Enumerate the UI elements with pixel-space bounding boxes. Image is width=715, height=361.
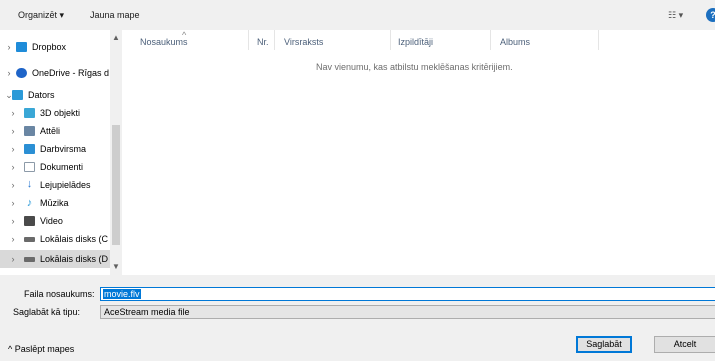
toolbar: Organizēt ▾ Jauna mape ☷ ▾ ?: [0, 0, 715, 30]
column-header-albums[interactable]: Albums: [500, 34, 530, 50]
computer-icon: [12, 90, 23, 100]
onedrive-icon: [16, 68, 27, 78]
filetype-label: Saglabāt kā tipu:: [13, 307, 81, 317]
view-options-icon[interactable]: ☷ ▾: [668, 10, 692, 20]
scroll-up-icon[interactable]: ▲: [110, 32, 122, 44]
sidebar-item-video[interactable]: › Video: [0, 212, 118, 230]
hide-folders-button[interactable]: ^ Paslēpt mapes: [8, 344, 74, 354]
help-icon[interactable]: ?: [706, 8, 715, 22]
column-header-nr[interactable]: Nr.: [257, 34, 269, 50]
sidebar-item-onedrive[interactable]: › OneDrive - Rīgas d: [0, 64, 118, 82]
filename-label: Faila nosaukums:: [24, 289, 95, 299]
chevron-right-icon[interactable]: ›: [8, 250, 18, 268]
column-header-title[interactable]: Virsraksts: [284, 34, 323, 50]
column-separator[interactable]: [390, 30, 391, 50]
sidebar-item-muzika[interactable]: › ♪ Mūzika: [0, 194, 118, 212]
filetype-select[interactable]: AceStream media file: [100, 305, 715, 319]
music-icon: ♪: [26, 197, 33, 209]
drive-d-icon: [24, 257, 35, 262]
sidebar-item-label: Lokālais disks (D: [40, 254, 109, 264]
empty-message: Nav vienumu, kas atbilstu meklēšanas kri…: [316, 62, 513, 72]
sidebar-item-label: Attēli: [40, 126, 61, 136]
sidebar-item-label: Dators: [28, 90, 55, 100]
sidebar-item-lejupielades[interactable]: › ↓ Lejupielādes: [0, 176, 118, 194]
column-separator[interactable]: [274, 30, 275, 50]
new-folder-button[interactable]: Jauna mape: [90, 8, 140, 22]
sort-up-icon: ^: [182, 30, 187, 40]
chevron-right-icon[interactable]: ›: [4, 64, 14, 82]
sidebar-item-label: Darbvirsma: [40, 144, 87, 154]
sidebar-item-dators[interactable]: ⌄ Dators: [0, 86, 118, 104]
chevron-right-icon[interactable]: ›: [8, 230, 18, 248]
documents-icon: [24, 162, 35, 172]
chevron-right-icon[interactable]: ›: [8, 158, 18, 176]
scrollbar-thumb[interactable]: [112, 125, 120, 245]
sidebar-item-label: Lokālais disks (C: [40, 234, 109, 244]
save-form: Faila nosaukums: movie.flv Saglabāt kā t…: [0, 275, 715, 361]
drive-c-icon: [24, 237, 35, 242]
sidebar-item-disk-c[interactable]: › Lokālais disks (C: [0, 230, 118, 248]
sidebar-item-3d-objekti[interactable]: › 3D objekti: [0, 104, 118, 122]
sidebar-item-label: Dokumenti: [40, 162, 84, 172]
sidebar-item-label: Mūzika: [40, 198, 69, 208]
downloads-icon: ↓: [26, 178, 33, 190]
sidebar-scrollbar[interactable]: ▲ ▼: [110, 30, 122, 275]
sidebar-item-label: OneDrive - Rīgas d: [32, 68, 110, 78]
hide-folders-label: Paslēpt mapes: [14, 344, 75, 354]
chevron-right-icon[interactable]: ›: [8, 194, 18, 212]
column-header-artists[interactable]: Izpildītāji: [398, 34, 433, 50]
3d-objects-icon: [24, 108, 35, 118]
sidebar-item-darbvirsma[interactable]: › Darbvirsma: [0, 140, 118, 158]
save-button[interactable]: Saglabāt: [576, 336, 632, 353]
sidebar-item-atteli[interactable]: › Attēli: [0, 122, 118, 140]
column-separator[interactable]: [490, 30, 491, 50]
navigation-pane: › Dropbox › OneDrive - Rīgas d ⌄ Dators …: [0, 30, 122, 275]
column-separator[interactable]: [248, 30, 249, 50]
pictures-icon: [24, 126, 35, 136]
scroll-down-icon[interactable]: ▼: [110, 261, 122, 273]
cancel-button[interactable]: Atcelt: [654, 336, 715, 353]
file-list: Nosaukums ^ Nr. Virsraksts Izpildītāji A…: [122, 30, 715, 275]
column-header-name[interactable]: Nosaukums: [140, 34, 188, 50]
sidebar-item-disk-d[interactable]: › Lokālais disks (D: [0, 250, 118, 268]
video-icon: [24, 216, 35, 226]
chevron-up-icon: ^: [8, 344, 13, 354]
sidebar-item-label: Lejupielādes: [40, 180, 91, 190]
chevron-right-icon[interactable]: ›: [8, 122, 18, 140]
chevron-right-icon[interactable]: ›: [4, 38, 14, 56]
sidebar-item-label: 3D objekti: [40, 108, 81, 118]
sidebar-item-dropbox[interactable]: › Dropbox: [0, 38, 118, 56]
sidebar-item-dokumenti[interactable]: › Dokumenti: [0, 158, 118, 176]
chevron-right-icon[interactable]: ›: [8, 176, 18, 194]
sidebar-item-label: Video: [40, 216, 63, 226]
sidebar-item-label: Dropbox: [32, 42, 67, 52]
dropbox-icon: [16, 42, 27, 52]
desktop-icon: [24, 144, 35, 154]
filename-input[interactable]: movie.flv: [100, 287, 715, 301]
chevron-right-icon[interactable]: ›: [8, 140, 18, 158]
filename-value[interactable]: movie.flv: [103, 289, 141, 299]
chevron-right-icon[interactable]: ›: [8, 212, 18, 230]
organize-button[interactable]: Organizēt ▾: [18, 8, 64, 22]
chevron-right-icon[interactable]: ›: [8, 104, 18, 122]
column-separator[interactable]: [598, 30, 599, 50]
